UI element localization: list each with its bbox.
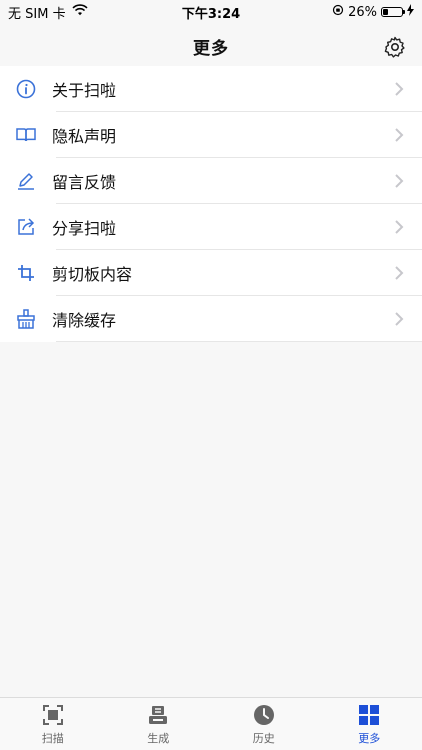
menu-item-label: 分享扫啦 bbox=[52, 219, 117, 238]
menu-item-clipboard[interactable]: 剪切板内容 bbox=[0, 250, 422, 296]
book-icon bbox=[0, 124, 52, 146]
menu-item-label: 留言反馈 bbox=[52, 173, 117, 192]
settings-button[interactable] bbox=[382, 34, 408, 60]
pencil-icon bbox=[0, 170, 52, 192]
page-title: 更多 bbox=[193, 38, 229, 59]
chevron-right-icon bbox=[394, 158, 404, 204]
tab-label: 历史 bbox=[252, 731, 275, 745]
grid-icon bbox=[358, 703, 380, 727]
menu-item-label: 剪切板内容 bbox=[52, 265, 133, 284]
chevron-right-icon bbox=[394, 250, 404, 296]
menu-item-label: 隐私声明 bbox=[52, 127, 117, 146]
gear-icon bbox=[384, 36, 405, 58]
chevron-right-icon bbox=[394, 112, 404, 158]
menu-list: 关于扫啦 隐私声明 留言反馈 分享扫啦 剪切板内容 清除缓存 bbox=[0, 66, 422, 342]
menu-item-privacy[interactable]: 隐私声明 bbox=[0, 112, 422, 158]
status-time: 下午3:24 bbox=[181, 6, 241, 22]
tab-scan[interactable]: 扫描 bbox=[0, 698, 106, 750]
generate-icon bbox=[147, 703, 169, 727]
tab-bar: 扫描 生成 历史 更多 bbox=[0, 697, 422, 750]
navigation-bar: 更多 bbox=[0, 24, 422, 69]
info-icon bbox=[0, 78, 52, 100]
crop-icon bbox=[0, 262, 52, 284]
status-bar: 无 SIM 卡 下午3:24 26% bbox=[0, 0, 422, 24]
tab-more[interactable]: 更多 bbox=[317, 698, 422, 750]
battery-level-fill bbox=[383, 9, 388, 15]
chevron-right-icon bbox=[394, 66, 404, 112]
tab-history[interactable]: 历史 bbox=[211, 698, 317, 750]
menu-item-about[interactable]: 关于扫啦 bbox=[0, 66, 422, 112]
share-icon bbox=[0, 216, 52, 238]
tab-label: 生成 bbox=[147, 731, 170, 745]
chevron-right-icon bbox=[394, 204, 404, 250]
battery-icon bbox=[381, 7, 405, 17]
broom-icon bbox=[0, 308, 52, 330]
menu-item-clear-cache[interactable]: 清除缓存 bbox=[0, 296, 422, 342]
menu-item-label: 关于扫啦 bbox=[52, 81, 117, 100]
tab-label: 扫描 bbox=[41, 731, 64, 745]
clock-icon bbox=[253, 703, 275, 727]
scan-icon bbox=[42, 703, 64, 727]
tab-label: 更多 bbox=[358, 731, 381, 745]
tab-generate[interactable]: 生成 bbox=[106, 698, 212, 750]
menu-item-label: 清除缓存 bbox=[52, 311, 117, 330]
menu-item-feedback[interactable]: 留言反馈 bbox=[0, 158, 422, 204]
chevron-right-icon bbox=[394, 296, 404, 342]
menu-item-share[interactable]: 分享扫啦 bbox=[0, 204, 422, 250]
